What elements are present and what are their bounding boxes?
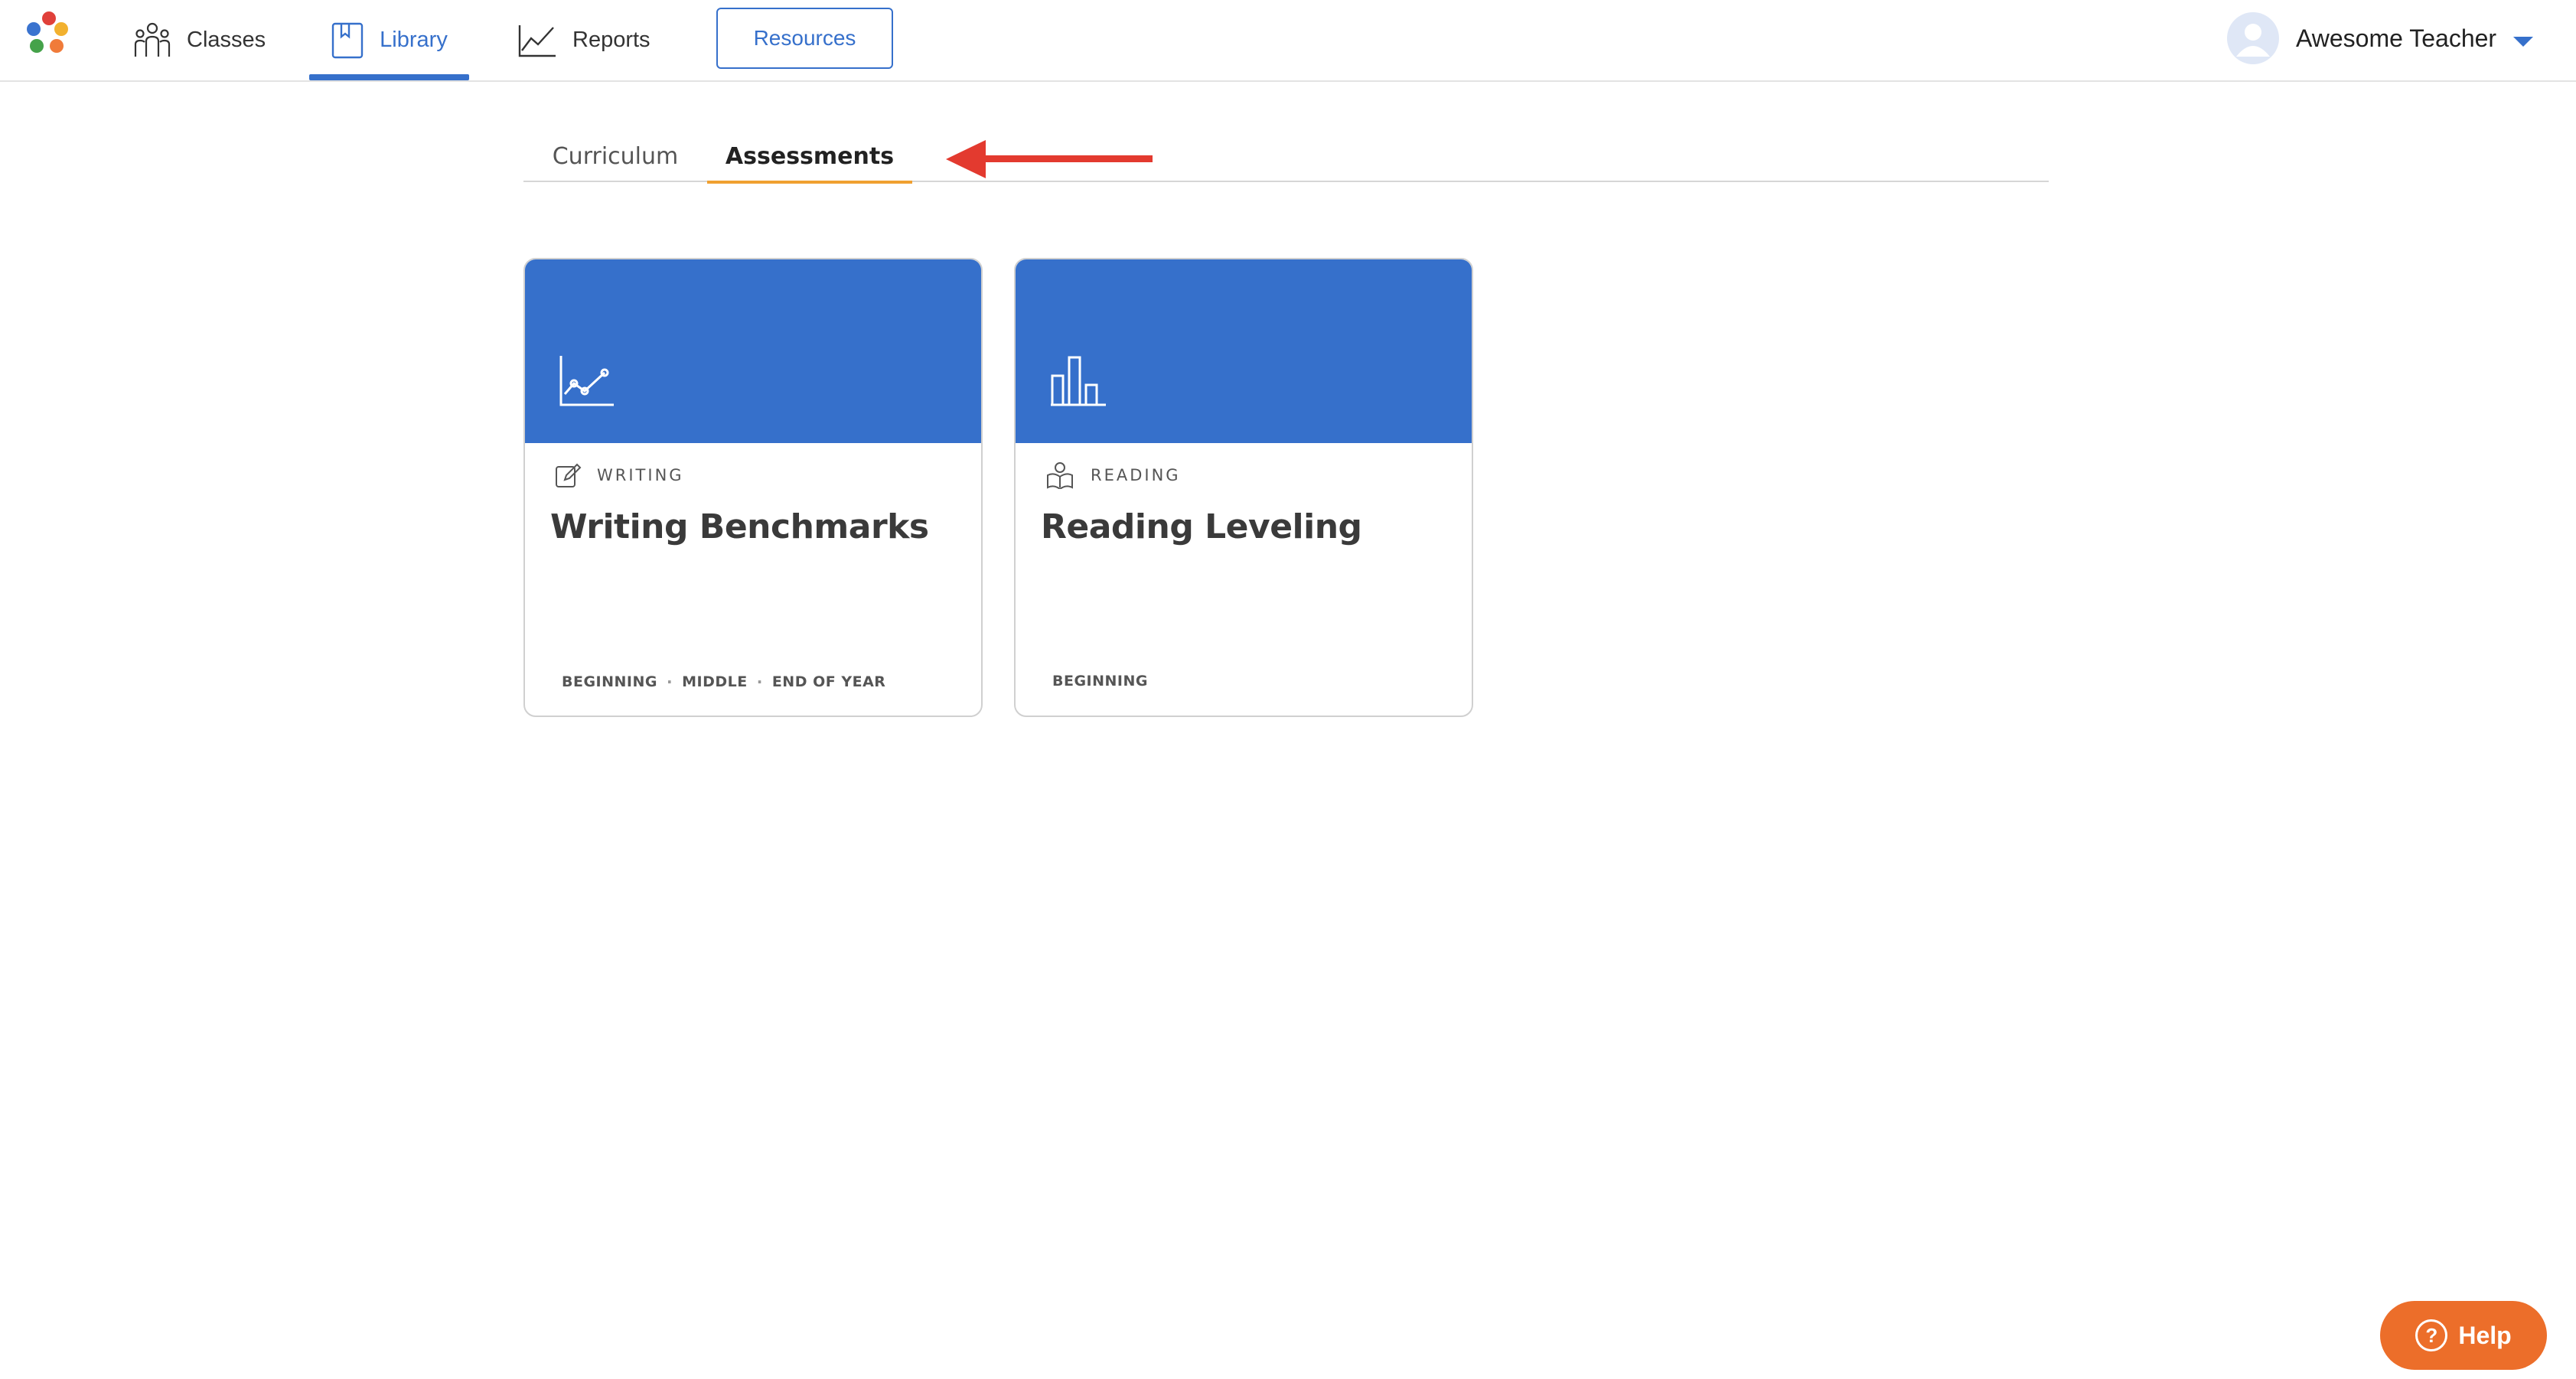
library-tabs: Curriculum Assessments — [523, 130, 2049, 184]
nav-classes[interactable]: Classes — [133, 0, 266, 80]
tab-assessments[interactable]: Assessments — [707, 130, 912, 184]
nav-reports-label: Reports — [572, 28, 651, 52]
card-category-label: READING — [1091, 466, 1181, 484]
tag-beginning: BEGINNING — [562, 673, 657, 690]
tag-end-of-year: END OF YEAR — [771, 673, 886, 690]
card-tags: BEGINNING — [1052, 673, 1148, 690]
active-nav-indicator — [309, 74, 469, 80]
card-category: WRITING — [554, 460, 684, 491]
top-navigation-bar: Classes Library Reports Resources Awesom… — [0, 0, 2576, 82]
nav-classes-label: Classes — [187, 28, 266, 52]
card-title: Writing Benchmarks — [550, 507, 929, 546]
card-header — [1016, 259, 1472, 443]
help-label: Help — [2458, 1321, 2512, 1349]
nav-library-label: Library — [380, 28, 448, 52]
line-chart-icon — [518, 24, 556, 57]
reader-icon — [1047, 462, 1073, 489]
card-category: READING — [1045, 460, 1181, 491]
tab-curriculum[interactable]: Curriculum — [523, 130, 707, 182]
card-title: Reading Leveling — [1041, 507, 1362, 546]
people-icon — [134, 22, 171, 57]
card-reading-leveling[interactable]: READING Reading Leveling BEGINNING — [1014, 258, 1473, 717]
question-icon: ? — [2415, 1319, 2448, 1351]
chevron-down-icon — [2513, 36, 2534, 47]
help-button[interactable]: ? Help — [2380, 1301, 2547, 1370]
card-category-label: WRITING — [597, 466, 684, 484]
nav-library[interactable]: Library — [309, 0, 469, 80]
app-logo[interactable] — [23, 11, 72, 57]
card-tags: BEGINNING · MIDDLE · END OF YEAR — [562, 673, 885, 691]
bar-chart-icon — [1051, 356, 1106, 406]
card-header — [525, 259, 981, 443]
bookmark-book-icon — [331, 22, 364, 58]
tag-beginning: BEGINNING — [1052, 673, 1148, 690]
user-menu[interactable]: Awesome Teacher — [2227, 11, 2534, 66]
user-name: Awesome Teacher — [2296, 24, 2497, 52]
avatar — [2227, 12, 2279, 64]
tag-separator: · — [667, 673, 673, 691]
edit-note-icon — [556, 463, 582, 487]
line-graph-icon — [559, 356, 614, 406]
nav-reports[interactable]: Reports — [517, 0, 651, 80]
tag-separator: · — [756, 673, 763, 691]
resources-button[interactable]: Resources — [716, 8, 893, 69]
card-writing-benchmarks[interactable]: WRITING Writing Benchmarks BEGINNING · M… — [523, 258, 983, 717]
annotation-arrow — [946, 140, 1153, 178]
tag-middle: MIDDLE — [682, 673, 748, 690]
